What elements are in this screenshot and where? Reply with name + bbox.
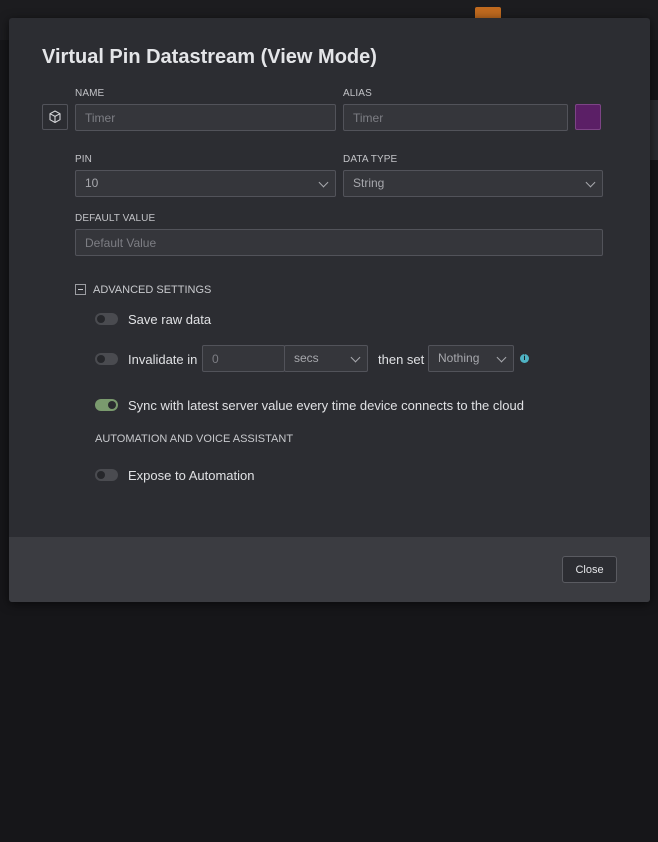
expose-automation-label: Expose to Automation [128, 468, 255, 483]
pin-select-value: 10 [85, 176, 99, 190]
default-value-input[interactable] [75, 229, 603, 256]
expose-automation-toggle[interactable] [95, 469, 118, 481]
invalidate-label: Invalidate in [128, 352, 198, 367]
invalidate-unit-select[interactable]: secs [284, 345, 368, 372]
invalidate-value-input[interactable] [202, 345, 285, 372]
invalidate-toggle[interactable] [95, 353, 118, 365]
color-picker-swatch[interactable] [575, 104, 601, 130]
data-type-select-value: String [353, 176, 385, 190]
sync-server-value-label: Sync with latest server value every time… [128, 398, 524, 413]
pin-select[interactable]: 10 [75, 170, 336, 197]
then-set-select[interactable]: Nothing [428, 345, 514, 372]
close-button[interactable]: Close [562, 556, 617, 583]
chevron-down-icon [318, 177, 329, 188]
save-raw-data-label: Save raw data [128, 312, 212, 327]
datastream-modal: Virtual Pin Datastream (View Mode) NAME … [9, 18, 650, 602]
chevron-down-icon [350, 352, 361, 363]
default-value-label: DEFAULT VALUE [75, 213, 156, 224]
cube-icon [49, 110, 61, 124]
info-icon[interactable]: i [520, 354, 529, 363]
name-input[interactable] [75, 104, 336, 131]
advanced-settings-collapse-icon[interactable] [75, 284, 86, 295]
alias-label: ALIAS [343, 88, 372, 99]
save-raw-data-toggle[interactable] [95, 313, 118, 325]
alias-input[interactable] [343, 104, 568, 131]
then-set-label: then set [378, 352, 425, 367]
chevron-down-icon [496, 352, 507, 363]
sync-server-value-toggle[interactable] [95, 399, 118, 411]
modal-title: Virtual Pin Datastream (View Mode) [42, 46, 377, 68]
data-type-label: DATA TYPE [343, 154, 398, 165]
then-set-value: Nothing [438, 351, 480, 365]
automation-heading: AUTOMATION AND VOICE ASSISTANT [95, 433, 294, 445]
advanced-settings-label[interactable]: ADVANCED SETTINGS [93, 284, 211, 296]
chevron-down-icon [585, 177, 596, 188]
datastream-icon-button[interactable] [42, 104, 68, 130]
invalidate-unit-value: secs [294, 351, 319, 365]
data-type-select[interactable]: String [343, 170, 603, 197]
modal-footer: Close [9, 537, 650, 602]
pin-label: PIN [75, 154, 92, 165]
name-label: NAME [75, 88, 105, 99]
